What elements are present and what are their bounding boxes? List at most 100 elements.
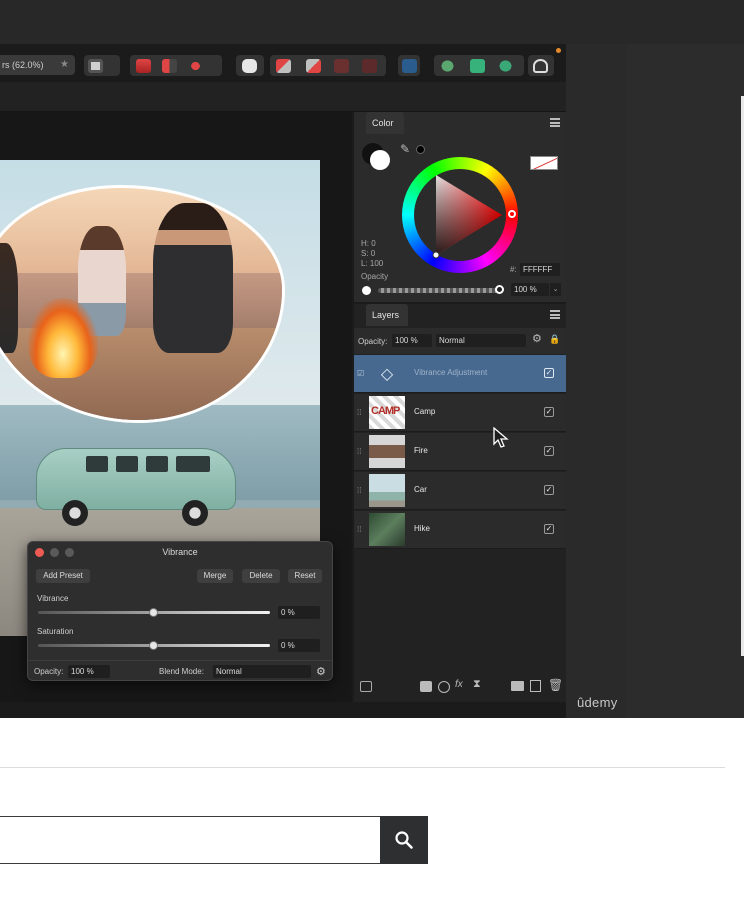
layers-opacity-field[interactable]: 100 % — [392, 334, 432, 347]
main-toolbar: rs (62.0%) ★ — [0, 52, 566, 80]
no-color-swatch[interactable] — [530, 156, 558, 170]
saturation-readout: S: 0 — [361, 249, 376, 258]
dialog-footer: Opacity: 100 % Blend Mode: Normal ⚙ — [28, 660, 332, 681]
hourglass-icon[interactable]: ⧗ — [473, 678, 481, 691]
layer-row-car[interactable]: ⁞⁞ Car ✓ — [354, 472, 566, 510]
dialog-title: Vibrance — [162, 547, 198, 557]
color-opacity-label: Opacity — [361, 272, 389, 281]
add-shape-icon[interactable] — [440, 59, 455, 73]
layer-thumbnail — [369, 513, 405, 546]
layer-checkbox[interactable]: ✓ — [544, 446, 554, 456]
diamond-icon: ◇ — [369, 357, 405, 390]
hex-field[interactable]: FFFFFF — [520, 263, 560, 276]
saturation-value-field[interactable]: 0 % — [278, 639, 320, 652]
drag-handle-icon[interactable]: ⁞⁞ — [357, 525, 361, 534]
layer-checkbox[interactable]: ✓ — [544, 407, 554, 417]
van-wheel — [62, 500, 88, 526]
move-backward-icon[interactable] — [334, 59, 349, 73]
primary-color-swatch[interactable] — [370, 150, 390, 170]
search-icon — [395, 831, 413, 849]
add-preset-button[interactable]: Add Preset — [36, 569, 90, 583]
gear-icon[interactable]: ⚙ — [316, 665, 326, 678]
snapping-icon[interactable] — [136, 59, 151, 73]
layers-blend-select[interactable]: Normal — [436, 334, 526, 347]
fx-icon[interactable]: fx — [455, 679, 463, 690]
reset-button[interactable]: Reset — [288, 569, 322, 583]
van-window — [176, 456, 210, 472]
blend-mode-select[interactable]: Normal — [213, 665, 311, 678]
search-button[interactable] — [380, 816, 428, 864]
layer-row-fire[interactable]: ⁞⁞ Fire ✓ — [354, 433, 566, 471]
van-window — [146, 456, 168, 472]
vibrance-value-field[interactable]: 0 % — [278, 606, 320, 619]
layer-name: Hike — [414, 524, 431, 533]
layer-row-camp[interactable]: ⁞⁞ CAMP Camp ✓ — [354, 394, 566, 432]
search-input[interactable] — [0, 816, 382, 864]
hue-readout: H: 0 — [361, 239, 376, 248]
panel-menu-icon[interactable] — [550, 310, 560, 319]
opacity-dot — [362, 286, 371, 295]
layer-thumbnail: CAMP — [369, 396, 405, 429]
mask-layer-icon[interactable] — [420, 681, 432, 692]
saturation-slider-thumb[interactable] — [149, 641, 158, 650]
campfire-photo-mask[interactable] — [0, 185, 285, 423]
tab-layers[interactable]: Layers — [366, 304, 408, 326]
campfire — [28, 298, 98, 378]
drag-handle-icon[interactable]: ⁞⁞ — [357, 486, 361, 495]
move-front-icon[interactable] — [362, 59, 377, 73]
move-forward-icon[interactable] — [306, 59, 321, 73]
tab-color[interactable]: Color — [366, 112, 404, 134]
layer-checkbox[interactable]: ✓ — [544, 524, 554, 534]
opacity-field[interactable]: 100 % — [68, 665, 110, 678]
color-triangle[interactable] — [414, 169, 506, 261]
snapping-group — [130, 55, 222, 76]
layers-opacity-label: Opacity: — [358, 337, 388, 346]
assistant-group — [236, 55, 264, 76]
rotate-icon[interactable] — [188, 59, 203, 73]
color-opacity-field[interactable]: 100 % — [511, 283, 549, 296]
layer-row-hike[interactable]: ⁞⁞ Hike ✓ — [354, 511, 566, 549]
vibrance-slider-thumb[interactable] — [149, 608, 158, 617]
document-tab-label: rs (62.0%) — [2, 60, 44, 70]
delete-button[interactable]: Delete — [242, 569, 280, 583]
vibrance-dialog: Vibrance Add Preset Merge Delete Reset V… — [27, 541, 333, 681]
layer-row-vibrance-adjustment[interactable]: ☑ ◇ Vibrance Adjustment ✓ — [354, 355, 566, 393]
hue-handle[interactable] — [508, 210, 516, 218]
intersect-shape-icon[interactable] — [498, 59, 513, 73]
document-tab[interactable]: rs (62.0%) ★ — [0, 55, 75, 75]
layer-checkbox[interactable]: ✓ — [544, 368, 554, 378]
layer-checkbox[interactable]: ✓ — [544, 485, 554, 495]
add-layer-icon[interactable] — [530, 680, 541, 692]
vibrance-label: Vibrance — [37, 594, 69, 603]
adjustment-icon[interactable] — [438, 681, 450, 693]
align-icon[interactable] — [402, 59, 417, 73]
move-back-icon[interactable] — [276, 59, 291, 73]
lock-icon[interactable]: 🔒 — [549, 334, 560, 345]
user-icon[interactable] — [533, 59, 548, 73]
layer-stack-icon[interactable] — [360, 681, 372, 692]
drag-handle-icon[interactable]: ⁞⁞ — [357, 447, 361, 456]
subtract-shape-icon[interactable] — [470, 59, 485, 73]
quick-mask-icon[interactable] — [88, 59, 103, 73]
drag-handle-icon[interactable]: ⁞⁞ — [357, 408, 361, 417]
eyedropper-icon[interactable]: ✎ — [400, 142, 410, 156]
layer-visibility-toggle[interactable]: ☑ — [357, 369, 364, 378]
merge-button[interactable]: Merge — [197, 569, 233, 583]
folder-icon[interactable] — [511, 681, 524, 691]
star-icon[interactable]: ★ — [60, 55, 69, 75]
assistant-icon[interactable] — [162, 59, 177, 73]
page: rs (62.0%) ★ Vibrance Add Preset Merge D… — [0, 0, 744, 905]
color-wheel[interactable] — [402, 157, 518, 273]
robot-icon[interactable] — [242, 59, 257, 73]
trash-icon[interactable]: 🗑 — [548, 678, 563, 692]
gear-icon[interactable]: ⚙ — [532, 332, 542, 345]
panel-menu-icon[interactable] — [550, 118, 560, 127]
video-frame[interactable]: rs (62.0%) ★ Vibrance Add Preset Merge D… — [0, 0, 744, 718]
chevron-down-icon[interactable]: ⌄ — [550, 283, 561, 296]
picked-color-swatch — [416, 145, 425, 154]
person-man — [153, 203, 233, 353]
color-opacity-slider[interactable] — [378, 288, 498, 293]
van-window — [116, 456, 138, 472]
color-opacity-thumb[interactable] — [495, 285, 504, 294]
context-toolbar — [0, 82, 566, 112]
